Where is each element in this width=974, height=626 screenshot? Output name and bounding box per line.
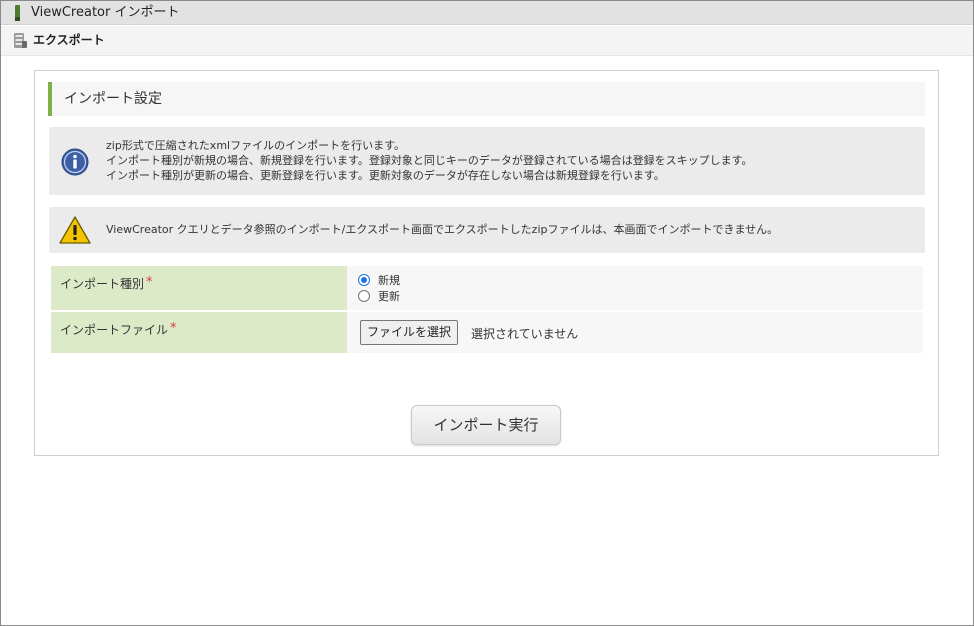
info-line-3: インポート種別が更新の場合、更新登録を行います。更新対象のデータが存在しない場合… xyxy=(106,169,665,182)
run-import-button[interactable]: インポート実行 xyxy=(411,405,561,445)
section-header: インポート設定 xyxy=(48,82,925,116)
export-link-bar: エクスポート xyxy=(1,26,973,56)
warning-text: ViewCreator クエリとデータ参照のインポート/エクスポート画面でエクス… xyxy=(106,223,779,236)
info-message: zip形式で圧縮されたxmlファイルのインポートを行います。 インポート種別が新… xyxy=(49,127,925,195)
info-line-2: インポート種別が新規の場合、新規登録を行います。登録対象と同じキーのデータが登録… xyxy=(106,154,753,167)
window-title: ViewCreator インポート xyxy=(31,5,180,20)
title-bar: ViewCreator インポート xyxy=(1,1,973,25)
import-type-label: インポート種別 * xyxy=(51,266,347,310)
import-file-label: インポートファイル * xyxy=(51,312,347,353)
import-file-row: インポートファイル * ファイルを選択 選択されていません xyxy=(51,312,923,353)
import-file-label-text: インポートファイル xyxy=(60,323,169,337)
import-type-row: インポート種別 * 新規 更新 xyxy=(51,266,923,310)
warning-message: ViewCreator クエリとデータ参照のインポート/エクスポート画面でエクス… xyxy=(49,207,925,253)
import-file-value: ファイルを選択 選択されていません xyxy=(347,312,923,353)
required-mark: * xyxy=(170,321,177,336)
info-icon xyxy=(61,148,89,176)
radio-update-button[interactable] xyxy=(358,290,370,302)
choose-file-button[interactable]: ファイルを選択 xyxy=(360,320,459,345)
radio-new-label: 新規 xyxy=(378,274,400,287)
warning-icon xyxy=(59,216,91,244)
import-panel: インポート設定 zip形式で圧縮されたxmlファイルのインポートを行います。 イ… xyxy=(34,70,939,456)
database-icon xyxy=(14,33,27,48)
section-title: インポート設定 xyxy=(64,91,162,107)
radio-update-label: 更新 xyxy=(378,290,400,303)
radio-new[interactable]: 新規 xyxy=(358,272,400,288)
required-mark: * xyxy=(146,275,153,290)
import-type-label-text: インポート種別 xyxy=(60,277,145,291)
import-type-value: 新規 更新 xyxy=(347,266,923,310)
radio-new-button[interactable] xyxy=(358,274,370,286)
app-logo-icon xyxy=(15,5,20,21)
file-status: 選択されていません xyxy=(471,327,579,341)
export-link[interactable]: エクスポート xyxy=(33,32,105,48)
info-line-1: zip形式で圧縮されたxmlファイルのインポートを行います。 xyxy=(106,139,405,152)
radio-update[interactable]: 更新 xyxy=(358,288,400,304)
